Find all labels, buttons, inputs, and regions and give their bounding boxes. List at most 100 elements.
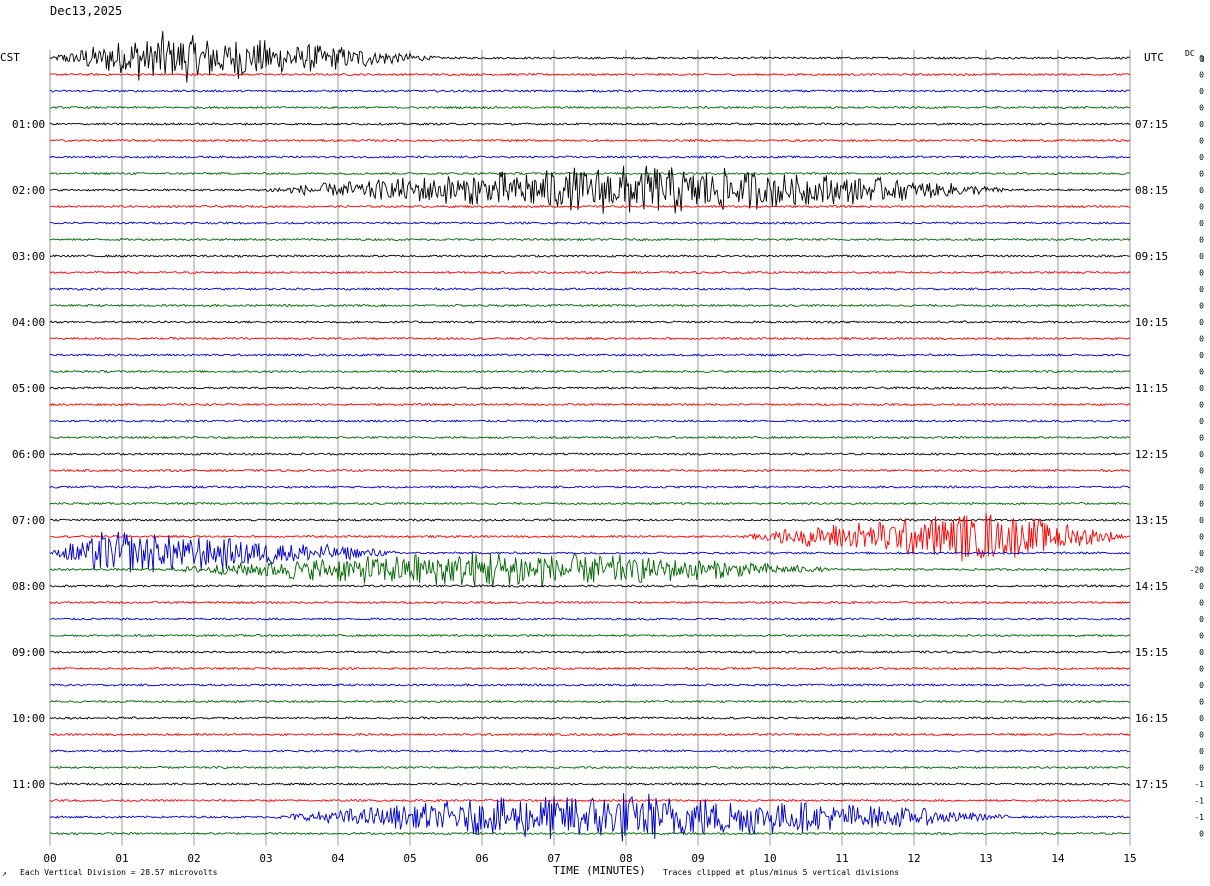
trace-13 xyxy=(49,270,1131,275)
dc-offset-1: 0 xyxy=(1199,71,1204,80)
x-axis-label: TIME (MINUTES) xyxy=(553,864,646,877)
x-tick-09: 09 xyxy=(691,852,704,865)
trace-44 xyxy=(49,782,1131,786)
x-tick-00: 00 xyxy=(43,852,56,865)
dc-offset-11: 0 xyxy=(1199,236,1204,245)
seismogram-chart: Dec13,2025 CST UTC DC 3 01:0002:0003:000… xyxy=(0,4,1205,878)
trace-37 xyxy=(49,666,1131,671)
dc-offset-35: 0 xyxy=(1199,632,1204,641)
dc-offset-21: 0 xyxy=(1199,401,1204,410)
date-label: Dec13,2025 xyxy=(50,4,122,18)
x-tick-14: 14 xyxy=(1051,852,1065,865)
trace-4 xyxy=(49,122,1131,126)
trace-2 xyxy=(49,89,1131,93)
dc-offset-7: 0 xyxy=(1199,170,1204,179)
right-hour-11: 17:15 xyxy=(1135,778,1168,791)
dc-offset-5: 0 xyxy=(1199,137,1204,146)
trace-32 xyxy=(49,584,1131,588)
dc-offset-33: 0 xyxy=(1199,599,1204,608)
trace-1 xyxy=(49,72,1131,77)
trace-45 xyxy=(49,798,1131,803)
right-hour-8: 14:15 xyxy=(1135,580,1168,593)
trace-12 xyxy=(49,254,1131,258)
right-hour-5: 11:15 xyxy=(1135,382,1168,395)
trace-42 xyxy=(49,749,1131,753)
left-timezone-label: CST xyxy=(0,51,20,64)
trace-43 xyxy=(49,765,1131,770)
trace-24 xyxy=(49,452,1131,456)
trace-3 xyxy=(49,105,1131,110)
dc-offset-4: 0 xyxy=(1199,120,1204,129)
left-hour-9: 09:00 xyxy=(12,646,45,659)
dc-offset-26: 0 xyxy=(1199,483,1204,492)
right-timezone-label: UTC xyxy=(1144,51,1164,64)
trace-23 xyxy=(49,435,1131,440)
x-tick-13: 13 xyxy=(979,852,992,865)
dc-offset-43: 0 xyxy=(1199,764,1204,773)
trace-25 xyxy=(49,468,1131,473)
dc-offset-18: 0 xyxy=(1199,351,1204,360)
time-gridlines xyxy=(49,50,1131,846)
dc-offset-19: 0 xyxy=(1199,368,1204,377)
right-hour-2: 08:15 xyxy=(1135,184,1168,197)
dc-offset-23: 0 xyxy=(1199,434,1204,443)
trace-5 xyxy=(49,138,1131,143)
dc-offset-15: 0 xyxy=(1199,302,1204,311)
trace-47 xyxy=(49,831,1131,836)
dc-offset-45: -1 xyxy=(1194,797,1204,806)
trace-9 xyxy=(49,204,1131,209)
dc-offset-28: 0 xyxy=(1199,516,1204,525)
trace-18 xyxy=(49,353,1131,357)
dc-offset-46: -1 xyxy=(1194,813,1204,822)
dc-offset-12: 0 xyxy=(1199,252,1204,261)
dc-offset-32: 0 xyxy=(1199,582,1204,591)
scale-note: Each Vertical Division = 28.57 microvolt… xyxy=(20,868,218,877)
right-hour-labels: 07:15 08:15 09:15 10:15 11:15 12:15 13:15 14:15… xyxy=(1135,118,1168,791)
trace-17 xyxy=(49,336,1131,341)
left-hour-5: 05:00 xyxy=(12,382,45,395)
trace-28 xyxy=(49,518,1131,522)
dc-offset-36: 0 xyxy=(1199,648,1204,657)
right-hour-6: 12:15 xyxy=(1135,448,1168,461)
dc-offset-34: 0 xyxy=(1199,615,1204,624)
dc-offset-16: 0 xyxy=(1199,318,1204,327)
left-hour-6: 06:00 xyxy=(12,448,45,461)
trace-15 xyxy=(49,303,1131,308)
dc-offset-42: 0 xyxy=(1199,747,1204,756)
trace-41 xyxy=(50,732,1131,737)
trace-14 xyxy=(49,287,1131,291)
right-hour-1: 07:15 xyxy=(1135,118,1168,131)
left-hour-1: 01:00 xyxy=(12,118,45,131)
x-tick-03: 03 xyxy=(259,852,272,865)
x-tick-06: 06 xyxy=(475,852,488,865)
dc-offset-0: 0 xyxy=(1199,54,1204,63)
trace-10 xyxy=(49,221,1131,225)
left-hour-3: 03:00 xyxy=(12,250,45,263)
trace-33 xyxy=(49,600,1131,605)
trace-7 xyxy=(49,171,1131,176)
trace-22 xyxy=(49,419,1131,423)
right-hour-9: 15:15 xyxy=(1135,646,1168,659)
trace-35 xyxy=(49,633,1131,638)
trace-20 xyxy=(49,386,1131,390)
dc-offset-41: 0 xyxy=(1199,731,1204,740)
dc-offset-25: 0 xyxy=(1199,467,1204,476)
x-tick-15: 15 xyxy=(1123,852,1136,865)
x-tick-11: 11 xyxy=(835,852,848,865)
x-tick-02: 02 xyxy=(187,852,200,865)
dc-offset-37: 0 xyxy=(1199,665,1204,674)
dc-offset-2: 0 xyxy=(1199,87,1204,96)
left-hour-4: 04:00 xyxy=(12,316,45,329)
right-hour-7: 13:15 xyxy=(1135,514,1168,527)
right-hour-3: 09:15 xyxy=(1135,250,1168,263)
trace-16 xyxy=(49,320,1131,324)
dc-offset-13: 0 xyxy=(1199,269,1204,278)
dc-label: DC xyxy=(1185,49,1195,58)
left-hour-7: 07:00 xyxy=(12,514,45,527)
left-hour-10: 10:00 xyxy=(12,712,45,725)
trace-group xyxy=(49,31,1131,842)
trace-11 xyxy=(49,237,1131,242)
left-hour-labels: 01:00 02:00 03:00 04:00 05:00 06:00 07:00 08:00… xyxy=(12,118,45,791)
dc-offset-31: -20 xyxy=(1190,566,1205,575)
dc-offset-8: 0 xyxy=(1199,186,1204,195)
